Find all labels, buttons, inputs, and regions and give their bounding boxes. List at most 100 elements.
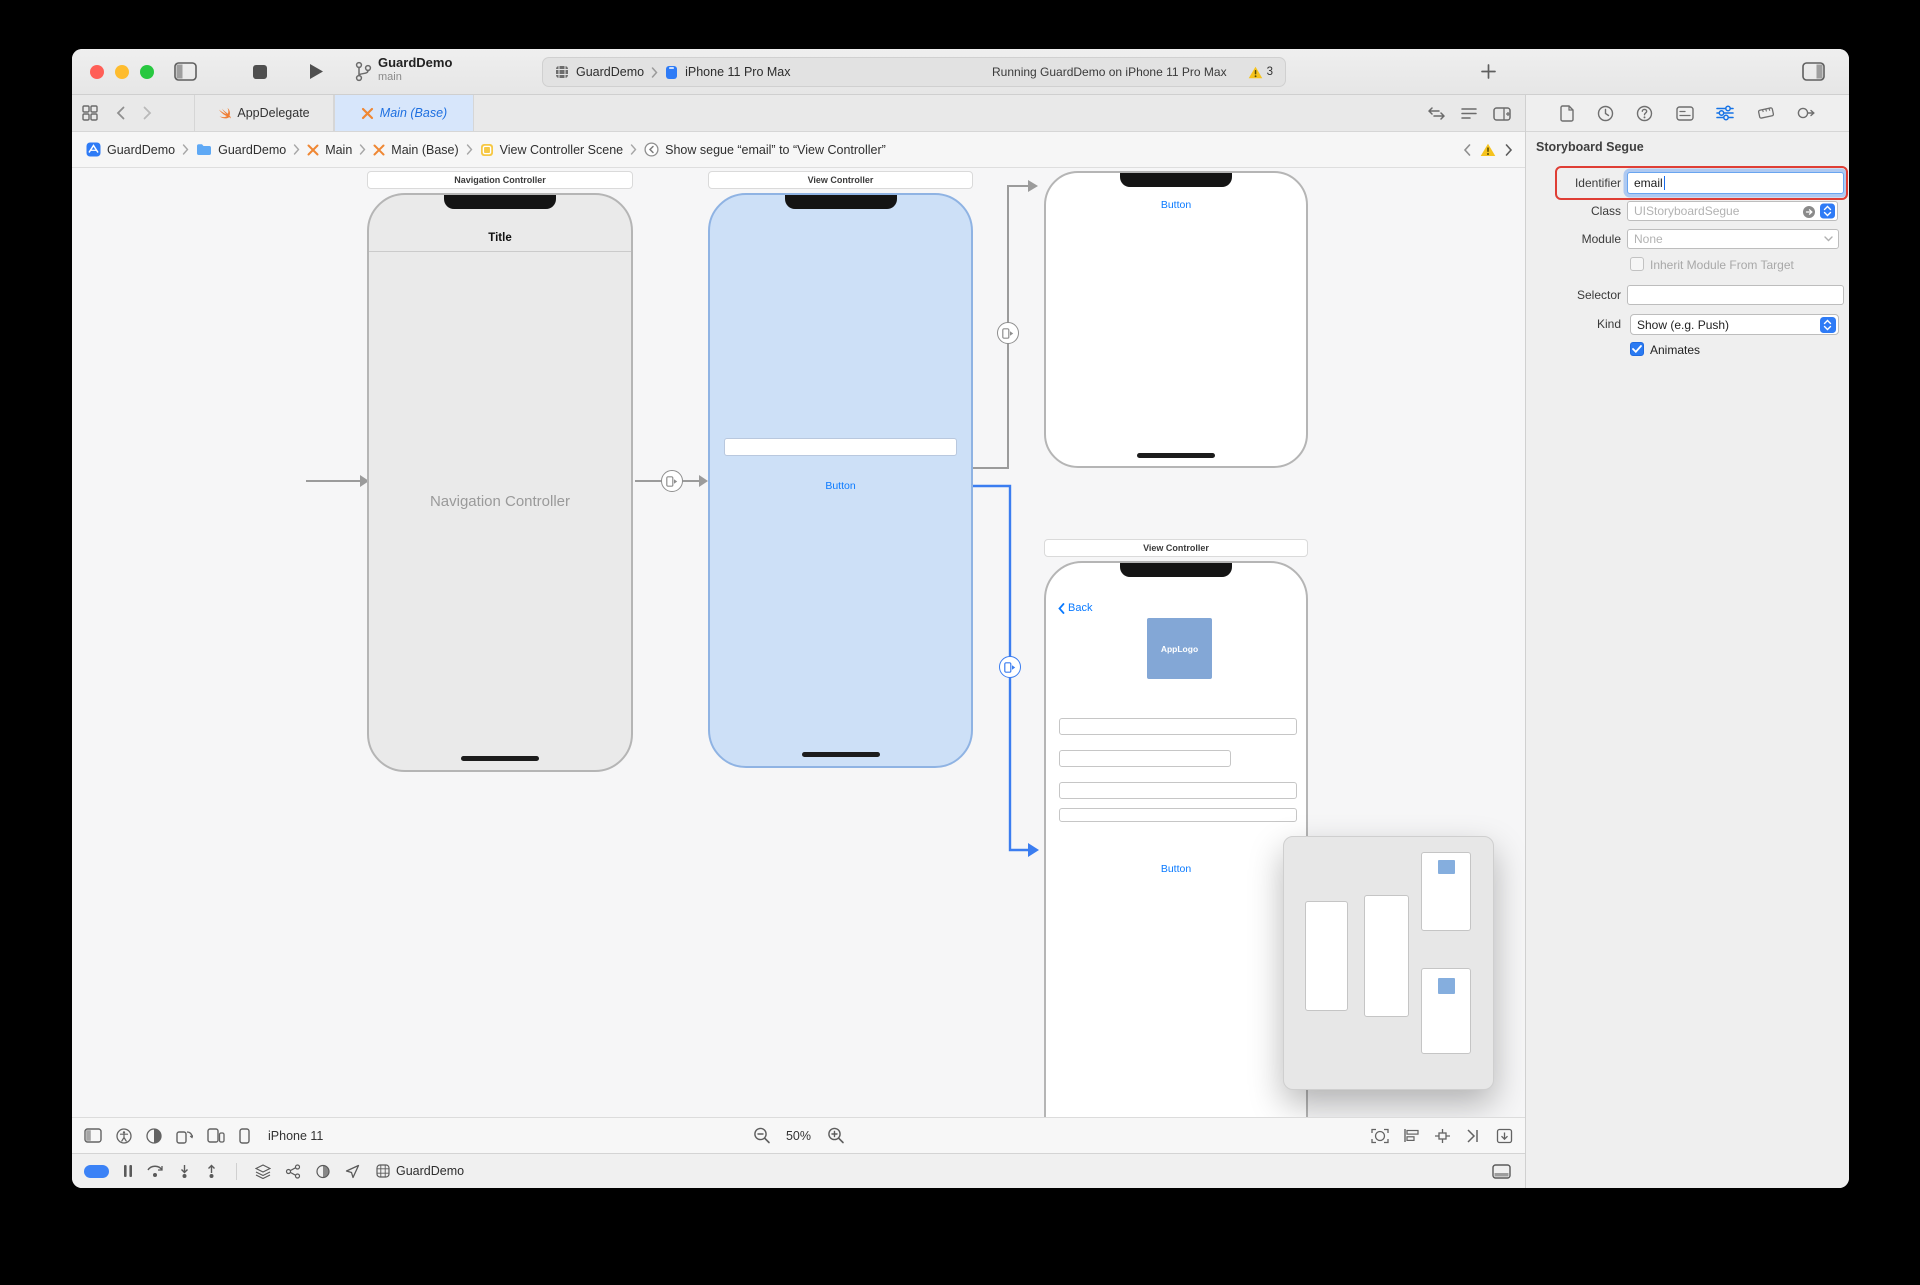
detail-view-controller-view[interactable]: Back AppLogo Button (1044, 561, 1308, 1117)
tab-main-base[interactable]: Main (Base) (334, 95, 474, 131)
add-constraints-icon[interactable] (1434, 1128, 1451, 1144)
identifier-input[interactable]: email (1627, 172, 1844, 194)
scheme-name[interactable]: GuardDemo (576, 65, 644, 79)
navigation-bar[interactable]: Title (369, 195, 631, 252)
orientation-icon[interactable] (176, 1128, 193, 1144)
button-label[interactable]: Button (1046, 199, 1306, 211)
step-into-icon[interactable] (178, 1164, 191, 1178)
environment-overrides-icon[interactable] (315, 1164, 331, 1179)
jumpbar-item-main[interactable]: Main (307, 143, 352, 157)
next-issue-icon[interactable] (1505, 144, 1513, 156)
minimize-window-button[interactable] (115, 65, 129, 79)
module-dropdown[interactable]: None (1627, 229, 1839, 249)
identity-inspector-icon[interactable] (1676, 106, 1694, 121)
connections-inspector-icon[interactable] (1797, 105, 1815, 121)
scene-dock-navigation-controller[interactable]: Navigation Controller (367, 171, 633, 189)
storyboard-minimap-panel[interactable] (1283, 836, 1494, 1090)
jumpbar-item-segue[interactable]: Show segue “email” to “View Controller” (644, 142, 886, 157)
jumpbar-item-main-base[interactable]: Main (Base) (373, 143, 458, 157)
simulate-location-icon[interactable] (345, 1164, 360, 1179)
project-title-block[interactable]: GuardDemo main (378, 56, 452, 84)
breakpoints-toggle[interactable] (84, 1165, 109, 1178)
scene-dock-view-controller[interactable]: View Controller (708, 171, 973, 189)
zoom-window-button[interactable] (140, 65, 154, 79)
identifier-label: Identifier (1526, 176, 1621, 190)
embed-icon[interactable] (1496, 1128, 1513, 1144)
quick-help-inspector-icon[interactable] (1636, 105, 1653, 122)
color-variants-icon[interactable] (146, 1128, 162, 1144)
scene-dock-view-controller-2[interactable]: View Controller (1044, 539, 1308, 557)
zoom-level[interactable]: 50% (786, 1129, 811, 1143)
text-field-1[interactable] (1059, 718, 1297, 735)
button-label[interactable]: Button (1046, 863, 1306, 875)
selector-input[interactable] (1627, 285, 1844, 305)
toggle-left-sidebar-icon[interactable] (174, 62, 197, 81)
app-logo-image[interactable]: AppLogo (1147, 618, 1212, 679)
warning-icon[interactable] (1480, 143, 1496, 157)
minimap-scene-thumb[interactable] (1421, 852, 1471, 931)
swap-editors-icon[interactable] (1428, 107, 1445, 120)
accessibility-icon[interactable] (116, 1128, 132, 1144)
update-frames-icon[interactable] (1371, 1128, 1389, 1144)
run-button[interactable] (308, 62, 325, 81)
view-hierarchy-icon[interactable] (255, 1164, 271, 1179)
memory-graph-icon[interactable] (285, 1164, 301, 1179)
editor-options-icon[interactable] (1461, 107, 1477, 120)
login-button-label[interactable]: Button (710, 480, 971, 492)
animates-checkbox[interactable] (1630, 342, 1644, 356)
toggle-right-sidebar-icon[interactable] (1802, 62, 1825, 81)
back-button[interactable]: Back (1058, 602, 1092, 614)
kind-popup-button[interactable]: Show (e.g. Push) (1630, 314, 1839, 335)
add-editor-plus-icon[interactable] (1480, 63, 1497, 80)
close-window-button[interactable] (90, 65, 104, 79)
text-field-3[interactable] (1059, 782, 1297, 799)
text-field-4[interactable] (1059, 808, 1297, 822)
email-text-field[interactable] (724, 438, 957, 456)
resolve-autolayout-icon[interactable] (1465, 1128, 1482, 1144)
navigate-forward-icon[interactable] (143, 106, 152, 120)
zoom-out-icon[interactable] (753, 1127, 770, 1144)
minimap-scene-thumb[interactable] (1421, 968, 1471, 1054)
jumpbar-item-scene[interactable]: View Controller Scene (480, 143, 623, 157)
class-navigate-icon[interactable] (1802, 205, 1816, 219)
module-value: None (1634, 232, 1663, 246)
minimap-scene-thumb[interactable] (1364, 895, 1409, 1017)
history-inspector-icon[interactable] (1597, 105, 1614, 122)
email-segue-icon-selected[interactable] (999, 656, 1021, 678)
debug-process[interactable]: GuardDemo (376, 1164, 464, 1178)
relationship-segue-icon[interactable] (661, 470, 683, 492)
navigation-controller-view[interactable]: Title Navigation Controller (367, 193, 633, 772)
related-items-grid-icon[interactable] (82, 105, 98, 121)
inherit-module-checkbox[interactable] (1630, 257, 1644, 271)
stop-button[interactable] (252, 64, 268, 80)
previous-issue-icon[interactable] (1463, 144, 1471, 156)
run-destination[interactable]: iPhone 11 Pro Max (685, 65, 790, 79)
device-icon[interactable] (239, 1128, 250, 1144)
zoom-in-icon[interactable] (827, 1127, 844, 1144)
login-view-controller-view[interactable]: Button (708, 193, 973, 768)
jumpbar-item-group[interactable]: GuardDemo (196, 143, 286, 157)
tab-appdelegate[interactable]: AppDelegate (194, 95, 334, 131)
device-name[interactable]: iPhone 11 (268, 1129, 323, 1143)
warning-badge[interactable]: 3 (1248, 66, 1273, 79)
step-out-icon[interactable] (205, 1164, 218, 1178)
minimap-scene-thumb[interactable] (1305, 901, 1348, 1011)
pause-icon[interactable] (123, 1164, 133, 1178)
add-editor-split-icon[interactable] (1493, 107, 1511, 121)
adaptation-icon[interactable] (207, 1128, 225, 1143)
step-over-icon[interactable] (147, 1164, 164, 1178)
jumpbar-item-project[interactable]: GuardDemo (86, 142, 175, 157)
console-toggle-icon[interactable] (1492, 1164, 1511, 1179)
toggle-scene-list-icon[interactable] (84, 1128, 102, 1143)
align-icon[interactable] (1403, 1128, 1420, 1143)
size-inspector-icon[interactable] (1757, 105, 1775, 121)
attributes-inspector-icon[interactable] (1716, 105, 1734, 121)
show-segue-icon[interactable] (997, 322, 1019, 344)
storyboard-canvas[interactable]: Navigation Controller Title Navigation C… (72, 168, 1525, 1117)
file-inspector-icon[interactable] (1560, 105, 1574, 122)
text-field-2[interactable] (1059, 750, 1231, 767)
class-combo-box[interactable]: UIStoryboardSegue (1627, 201, 1838, 221)
navigate-back-icon[interactable] (116, 106, 125, 120)
top-view-controller-view[interactable]: Button (1044, 171, 1308, 468)
class-stepper-icon[interactable] (1820, 204, 1835, 219)
